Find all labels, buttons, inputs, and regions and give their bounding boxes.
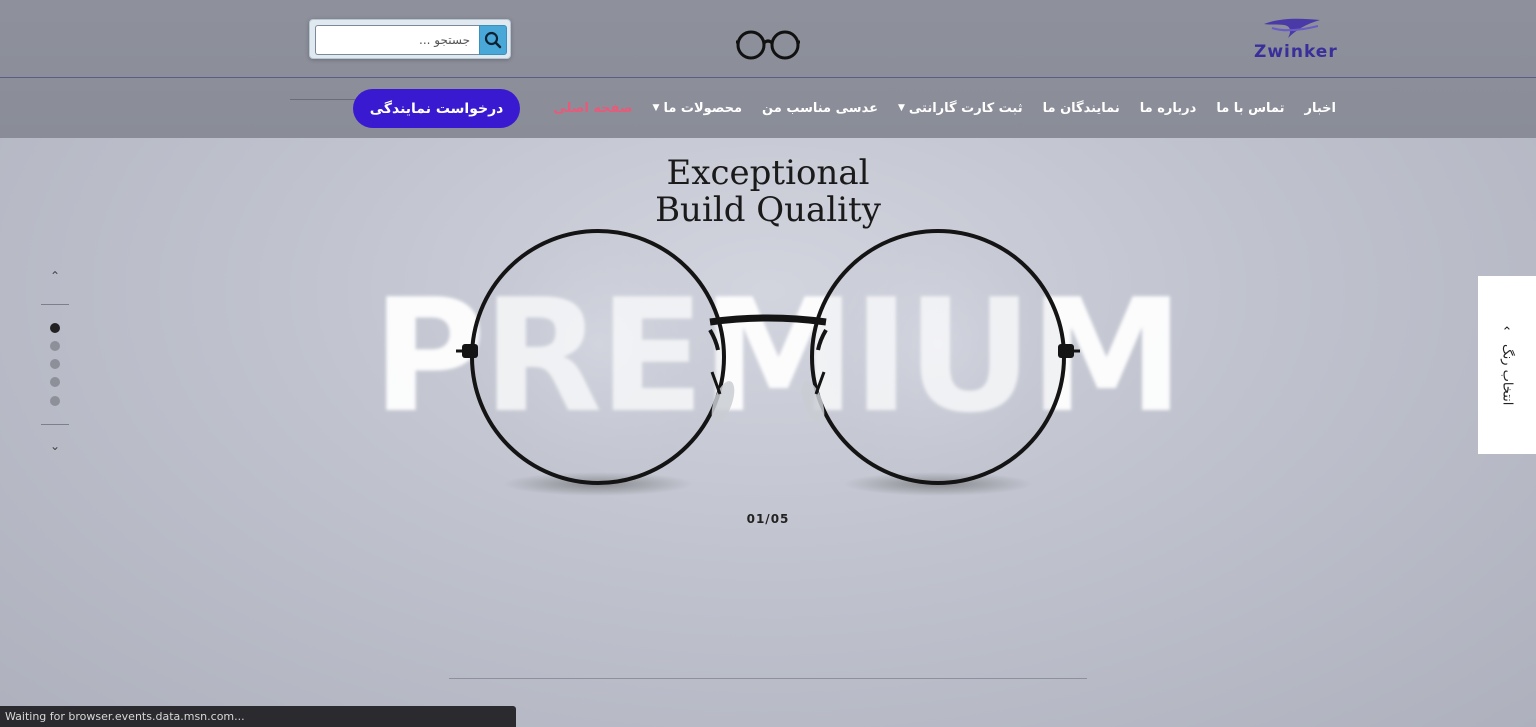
nav-item-my-lens[interactable]: عدسی مناسب من [762,101,878,116]
hero-headline-line1: Exceptional [666,153,870,193]
chevron-down-icon[interactable]: ⌄ [38,439,72,453]
glasses-icon [736,30,800,60]
slider-dot[interactable] [50,377,60,387]
nav-item-products[interactable]: محصولات ما ▼ [653,101,743,116]
color-picker-label: انتخاب رنگ [1499,343,1515,406]
main-nav: صفحه اصلی محصولات ما ▼ عدسی مناسب من ثبت … [0,79,1536,138]
browser-status-bar: Waiting for browser.events.data.msn.com.… [0,706,516,727]
search-input[interactable] [315,25,480,55]
slider-dot[interactable] [50,359,60,369]
search-bar [309,19,511,59]
nav-item-about[interactable]: درباره ما [1140,101,1197,116]
color-picker-tab[interactable]: ⌃ انتخاب رنگ [1478,276,1536,454]
slider-divider [41,304,69,305]
hero-headline: Exceptional Build Quality [568,155,968,229]
nav-items: صفحه اصلی محصولات ما ▼ عدسی مناسب من ثبت … [553,97,1336,119]
chevron-up-icon[interactable]: ⌃ [38,269,72,283]
chevron-down-icon: ▼ [897,103,905,113]
slider-dot[interactable] [50,341,60,351]
chevron-up-icon: ⌃ [1501,324,1513,340]
search-button[interactable] [479,25,507,55]
nav-item-contact[interactable]: تماس با ما [1216,101,1284,116]
slider-dot[interactable] [50,396,60,406]
slide-counter: 01/05 [746,512,790,526]
slider-dot[interactable] [50,323,60,333]
hero-glasses-image [456,229,1080,496]
brand-logo[interactable]: Zwinker [1250,14,1340,64]
agency-request-button[interactable]: درخواست نمایندگی [353,89,520,128]
nav-item-agents[interactable]: نمایندگان ما [1043,101,1120,116]
chevron-down-icon: ▼ [652,103,660,113]
logo-text: Zwinker [1254,42,1338,62]
nav-item-home[interactable]: صفحه اصلی [553,101,632,116]
site-header: Zwinker صفحه اصلی محصولات ما▼ عدسی مناسب… [0,0,1536,138]
search-icon [484,31,502,49]
slider-divider [41,424,69,425]
header-top-bar: Zwinker [0,0,1536,78]
hero-bottom-divider [449,678,1087,679]
nav-item-warranty[interactable]: ثبت کارت گارانتی ▼ [898,101,1023,116]
logo-wing-icon [1264,18,1320,38]
slider-navigation: ⌃ ⌄ [38,265,72,465]
nav-item-news[interactable]: اخبار [1305,101,1337,116]
